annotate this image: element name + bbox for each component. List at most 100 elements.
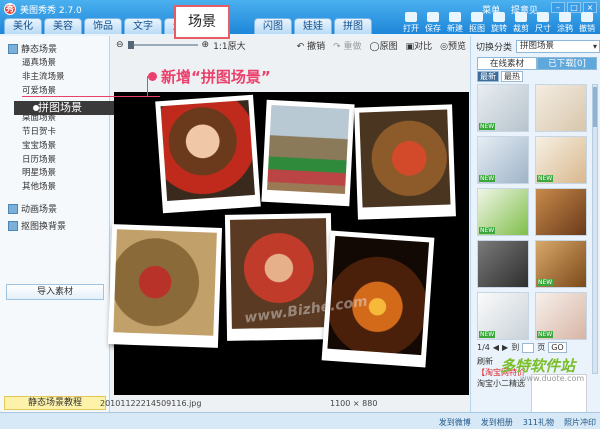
tab-beauty[interactable]: 美容	[44, 18, 82, 34]
prev-page-icon[interactable]: ◀	[493, 343, 499, 352]
zoom-slider[interactable]	[127, 41, 198, 49]
toolbar: 打开 保存 新建 抠图 旋转 裁剪 尺寸 涂鸦 撤销	[402, 12, 596, 34]
title-bar: 秀 美图秀秀 2.7.0 菜单 提意见 – □ × 美化 美容 饰品 文字 边框…	[0, 0, 600, 34]
file-name: 20101122214509116.jpg	[100, 399, 202, 408]
go-button[interactable]: GO	[548, 342, 567, 353]
promo-subtitle: 淘宝小二精选	[477, 379, 525, 388]
cutout-background-item[interactable]: 抠图换背景	[8, 219, 66, 232]
canvas-area: ⊖ ⊕ 1:1原大 ↶ 撤销 ↷ 重做 ◯原图 ▣对比 ◎预览 www.Bizh…	[107, 36, 470, 429]
category-select[interactable]: 拼图场景	[516, 40, 600, 53]
zoom-slider-handle[interactable]	[127, 41, 134, 49]
tab-downloaded[interactable]: 已下载[0]	[537, 57, 597, 70]
dynamic-scene-icon	[8, 203, 18, 214]
new-badge: NEW	[537, 279, 554, 286]
crop-icon	[515, 12, 527, 22]
gift-button[interactable]: 311礼物	[523, 417, 554, 428]
sidebar-item-realistic[interactable]: 逼真场景	[22, 56, 65, 70]
material-tabs: 在线素材 已下载[0]	[477, 57, 597, 70]
sunset-silhouette-image	[327, 235, 430, 356]
collage-photo-1[interactable]	[155, 94, 261, 214]
crop-button[interactable]: 裁剪	[512, 12, 530, 34]
kids-outdoor-image	[267, 105, 350, 194]
next-page-icon[interactable]: ▶	[502, 343, 508, 352]
new-badge: NEW	[537, 175, 554, 182]
tab-flash[interactable]: 闪图	[254, 18, 292, 34]
undo-button[interactable]: ↶ 撤销	[297, 39, 325, 52]
sort-options: 最新 最热	[477, 71, 523, 82]
material-thumb[interactable]	[477, 240, 529, 288]
new-button[interactable]: 新建	[446, 12, 464, 34]
girl-sitting-image	[113, 229, 217, 336]
doodle-button[interactable]: 涂鸦	[556, 12, 574, 34]
original-button[interactable]: ◯原图	[370, 39, 398, 52]
tab-scene[interactable]: 场景	[174, 5, 230, 39]
sort-newest-button[interactable]: 最新	[477, 71, 499, 82]
material-thumb[interactable]: NEW	[477, 188, 529, 236]
material-scrollbar[interactable]	[592, 84, 598, 374]
save-button[interactable]: 保存	[424, 12, 442, 34]
share-actions: 发到微博 发到相册 311礼物 照片冲印	[439, 417, 596, 428]
collage-photo-4[interactable]	[107, 224, 223, 348]
preview-button[interactable]: ◎预览	[440, 39, 466, 52]
material-thumb[interactable]: NEW	[535, 136, 587, 184]
rotate-button[interactable]: 旋转	[490, 12, 508, 34]
photo-print-button[interactable]: 照片冲印	[564, 417, 596, 428]
sidebar-item-alternative[interactable]: 非主流场景	[22, 70, 65, 84]
scrollbar-thumb[interactable]	[593, 87, 597, 127]
send-weibo-button[interactable]: 发到微博	[439, 417, 471, 428]
page-input[interactable]	[522, 342, 535, 353]
sidebar-item-baby[interactable]: 宝宝场景	[22, 139, 65, 153]
collage-canvas[interactable]: www.Bizhe.com	[107, 92, 469, 395]
material-thumb[interactable]: NEW	[477, 136, 529, 184]
cutout-background-icon	[8, 220, 18, 231]
compare-button[interactable]: ▣对比	[406, 39, 433, 52]
new-badge: NEW	[479, 331, 496, 338]
sidebar-item-holiday[interactable]: 节日贺卡	[22, 125, 65, 139]
material-thumb[interactable]	[535, 188, 587, 236]
material-thumb[interactable]: NEW	[535, 292, 587, 340]
callout-dot-icon	[148, 72, 157, 81]
tab-beautify[interactable]: 美化	[4, 18, 42, 34]
category-switcher: 切换分类 拼图场景	[476, 40, 600, 53]
collage-photo-3[interactable]	[354, 104, 456, 220]
image-dimensions: 1100 × 880	[330, 399, 378, 408]
sidebar-item-star[interactable]: 明星场景	[22, 166, 65, 180]
static-scene-tutorial-button[interactable]: 静态场景教程	[4, 396, 106, 410]
actual-size-button[interactable]: 1:1原大	[213, 39, 246, 52]
cutout-icon	[471, 12, 483, 22]
new-badge: NEW	[479, 123, 496, 130]
open-button[interactable]: 打开	[402, 12, 420, 34]
sidebar-item-collage[interactable]: 拼图场景	[14, 101, 114, 115]
resize-button[interactable]: 尺寸	[534, 12, 552, 34]
send-album-button[interactable]: 发到相册	[481, 417, 513, 428]
undo-toolbar-button[interactable]: 撤销	[578, 12, 596, 34]
tab-text[interactable]: 文字	[124, 18, 162, 34]
tab-online-material[interactable]: 在线素材	[477, 57, 537, 70]
edit-actions: ↶ 撤销 ↷ 重做 ◯原图 ▣对比 ◎预览	[297, 39, 466, 52]
material-thumb[interactable]	[535, 84, 587, 132]
app-logo-icon: 秀	[4, 3, 16, 15]
tab-accessories[interactable]: 饰品	[84, 18, 122, 34]
new-icon	[449, 12, 461, 22]
collage-photo-2[interactable]	[261, 99, 355, 207]
tab-collage[interactable]: 拼图	[334, 18, 372, 34]
material-thumb[interactable]: NEW	[535, 240, 587, 288]
material-thumb[interactable]: NEW	[477, 84, 529, 132]
tab-doll[interactable]: 娃娃	[294, 18, 332, 34]
static-scene-header[interactable]: 静态场景	[8, 42, 57, 55]
callout-connector	[22, 96, 160, 97]
sidebar-item-calendar[interactable]: 日历场景	[22, 153, 65, 167]
dynamic-scene-item[interactable]: 动画场景	[8, 202, 57, 215]
material-thumb[interactable]: NEW	[477, 292, 529, 340]
sidebar-item-other[interactable]: 其他场景	[22, 180, 65, 194]
site-url: www.duote.com	[520, 374, 585, 383]
zoom-out-icon[interactable]: ⊖	[116, 40, 124, 50]
resize-icon	[537, 12, 549, 22]
cutout-button[interactable]: 抠图	[468, 12, 486, 34]
sort-hottest-button[interactable]: 最热	[501, 71, 523, 82]
new-badge: NEW	[479, 227, 496, 234]
page-indicator: 1/4	[477, 343, 490, 352]
zoom-in-icon[interactable]: ⊕	[202, 40, 210, 50]
import-material-button[interactable]: 导入素材	[6, 284, 104, 300]
redo-button[interactable]: ↷ 重做	[333, 39, 361, 52]
